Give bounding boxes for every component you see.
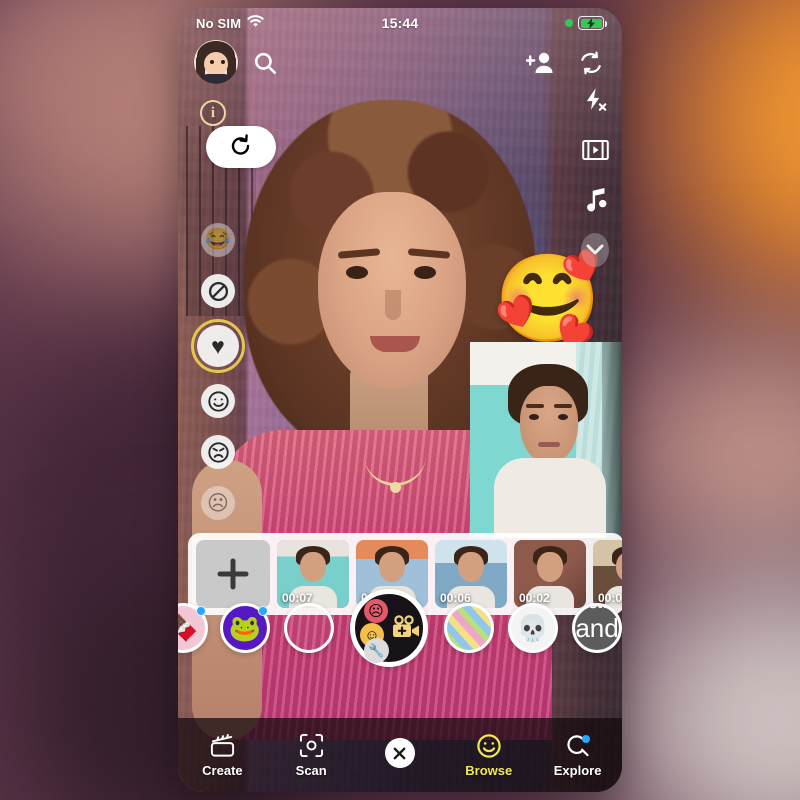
new-badge-icon <box>196 606 206 616</box>
smiling-face-with-hearts-sticker[interactable]: 🥰 <box>494 251 601 347</box>
lens-text[interactable]: Dare and s <box>572 603 622 653</box>
reaction-rail: 😂 ♥ ☹ <box>191 223 245 520</box>
scan-icon <box>299 733 324 759</box>
battery-charging-icon <box>578 16 607 30</box>
reaction-frowning-face[interactable] <box>201 435 235 469</box>
heart-icon: ♥ <box>211 332 225 359</box>
close-icon <box>384 738 415 768</box>
flash-off-icon[interactable] <box>581 86 609 114</box>
picture-in-picture-video[interactable] <box>470 342 622 538</box>
explore-icon <box>565 733 591 759</box>
right-tool-rail <box>581 86 609 267</box>
add-friend-icon[interactable] <box>525 50 554 76</box>
sad-face-icon: ☹ <box>364 599 388 623</box>
chocolate-icon: 🍫 <box>178 612 200 643</box>
reaction-block[interactable] <box>201 274 235 308</box>
nav-explore[interactable]: Explore <box>533 733 622 778</box>
wrench-icon: 🔧 <box>364 638 389 663</box>
nav-browse[interactable]: Browse <box>444 733 533 778</box>
info-icon[interactable]: i <box>200 100 226 126</box>
reaction-heart[interactable]: ♥ <box>191 319 245 373</box>
status-bar: No SIM 15:44 <box>178 8 622 38</box>
skull-icon: 💀 <box>516 612 550 643</box>
green-dot-icon <box>565 19 573 27</box>
lens-none[interactable] <box>284 603 334 653</box>
video-camera-icon <box>390 615 420 644</box>
undo-button[interactable] <box>206 126 276 168</box>
smiley-icon <box>476 733 502 759</box>
clock: 15:44 <box>381 15 419 31</box>
music-note-icon[interactable] <box>581 186 609 214</box>
explore-badge-icon <box>582 734 591 743</box>
laughing-face-icon: 😂 <box>204 228 232 251</box>
chevron-down-icon <box>581 233 609 267</box>
reaction-laughing-face[interactable]: 😂 <box>201 223 235 257</box>
nav-label: Scan <box>295 762 327 778</box>
clapperboard-icon <box>209 733 236 759</box>
search-icon[interactable] <box>252 50 278 76</box>
nav-label: Browse <box>465 762 513 778</box>
nav-label: Create <box>202 762 243 778</box>
bottom-nav: Create Scan Browse Explore <box>178 718 622 792</box>
reaction-smiley[interactable] <box>201 384 235 418</box>
phone-screen: 🥰 No SIM 15:44 i 😂 ♥ ☹ 00:07 00:06 00:02… <box>178 8 622 792</box>
lens-chocolate[interactable]: 🍫 <box>178 603 208 653</box>
neutral-face-icon: ☹ <box>207 491 229 515</box>
flip-camera-icon[interactable] <box>578 50 604 76</box>
top-bar <box>178 38 622 98</box>
undo-icon <box>229 133 253 162</box>
lens-text-label: Dare and s <box>575 606 619 650</box>
more-options-button[interactable] <box>581 233 609 267</box>
lens-skull[interactable]: 💀 <box>508 603 558 653</box>
reaction-neutral-face[interactable]: ☹ <box>201 486 235 520</box>
lens-carousel: 🍫 🐸 ☹ ☺ 🔧 💀 and <box>178 582 622 674</box>
lens-editor[interactable]: ☹ ☺ 🔧 <box>350 589 428 667</box>
nav-label: Explore <box>553 762 602 778</box>
new-badge-icon <box>258 606 268 616</box>
frog-icon: 🐸 <box>228 612 262 643</box>
bitmoji-avatar[interactable] <box>194 40 238 84</box>
lens-rainbow[interactable] <box>444 603 494 653</box>
nav-close[interactable] <box>356 738 445 772</box>
lens-frog[interactable]: 🐸 <box>220 603 270 653</box>
nav-create[interactable]: Create <box>178 733 267 778</box>
film-strip-icon[interactable] <box>581 136 609 164</box>
nav-scan[interactable]: Scan <box>267 733 356 778</box>
